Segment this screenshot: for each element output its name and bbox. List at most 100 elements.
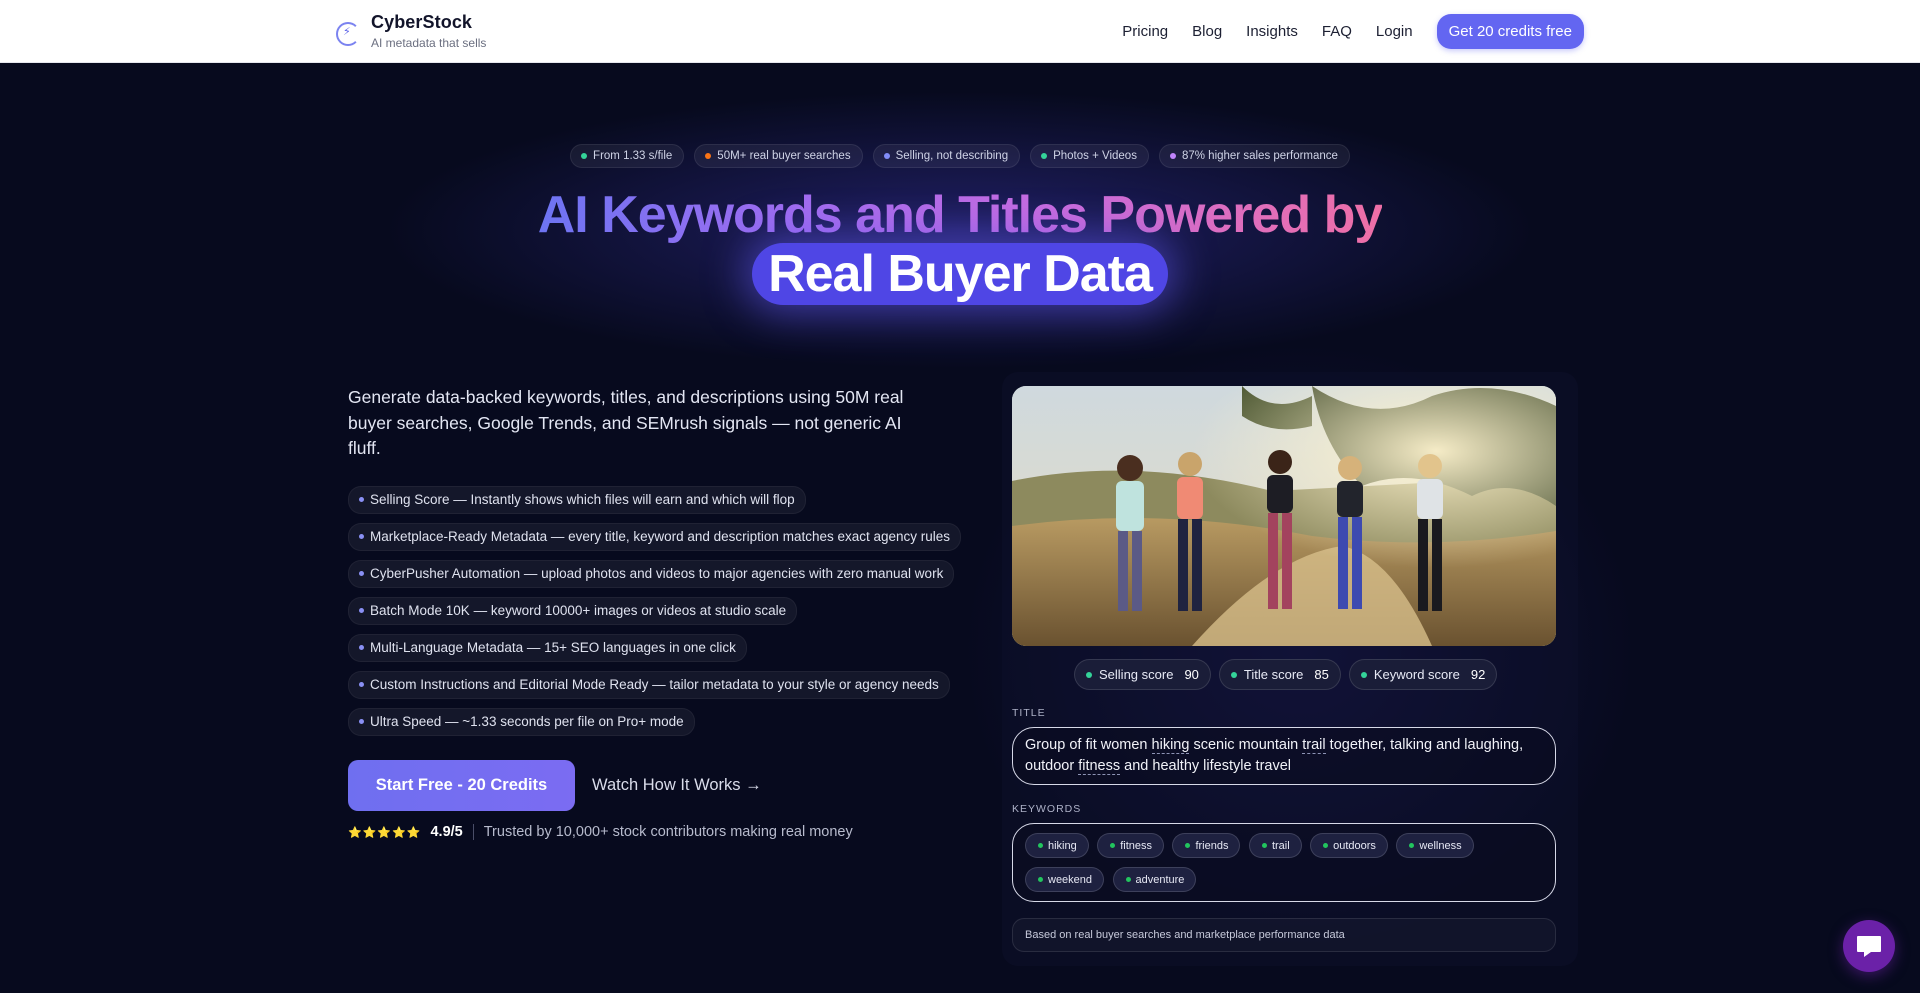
data-source-note: Based on real buyer searches and marketp… — [1012, 918, 1556, 952]
keywords-section-label: KEYWORDS — [1012, 803, 1082, 815]
feature-text: Selling Score — Instantly shows which fi… — [370, 492, 795, 507]
keyword-tag: wellness — [1396, 833, 1474, 858]
keyword-tag: friends — [1172, 833, 1241, 858]
title-text: scenic mountain — [1189, 737, 1303, 753]
feature-item: Marketplace-Ready Metadata — every title… — [348, 523, 962, 551]
chip-label: From 1.33 s/file — [593, 150, 673, 162]
nav-link-blog[interactable]: Blog — [1192, 23, 1222, 40]
feature-item: Selling Score — Instantly shows which fi… — [348, 486, 806, 514]
keyword-list: hiking fitness friends trail outdoors we… — [1012, 823, 1556, 902]
feature-item: Ultra Speed — ~1.33 seconds per file on … — [348, 708, 695, 736]
headline-highlight-wrap: Real Buyer Data — [0, 243, 1920, 305]
bullet-dot — [359, 607, 364, 613]
title-text: Group of fit women — [1025, 737, 1152, 753]
cta-row: Start Free - 20 Credits Watch How It Wor… — [348, 760, 762, 811]
keyword-dot — [1185, 843, 1191, 848]
keyword-tag: fitness — [1097, 833, 1164, 858]
chip-performance: 87% higher sales performance — [1158, 144, 1350, 168]
selling-score-badge: Selling score 90 — [1074, 659, 1211, 690]
chip-dot — [1169, 153, 1176, 159]
start-free-button[interactable]: Start Free - 20 Credits — [348, 760, 575, 811]
keyword-text: adventure — [1135, 873, 1185, 886]
keyword-tag: adventure — [1112, 867, 1197, 892]
score-value: 90 — [1184, 667, 1199, 682]
star-rating-icon: ⭐⭐⭐⭐⭐ — [348, 826, 422, 839]
divider — [472, 824, 474, 840]
main-nav: Pricing Blog Insights FAQ Login Get 20 c… — [1098, 14, 1584, 49]
chip-label: 50M+ real buyer searches — [717, 150, 851, 162]
rating-text: Trusted by 10,000+ stock contributors ma… — [483, 824, 853, 840]
keyword-text: trail — [1271, 839, 1290, 852]
bullet-dot — [359, 681, 364, 687]
lightning-bolt-icon — [336, 22, 360, 46]
rating: ⭐⭐⭐⭐⭐ 4.9/5 Trusted by 10,000+ stock con… — [348, 824, 853, 840]
feature-text: Batch Mode 10K — keyword 10000+ images o… — [370, 603, 787, 618]
get-credits-button[interactable]: Get 20 credits free — [1436, 14, 1584, 49]
chip-dot — [705, 153, 712, 159]
feature-item: Custom Instructions and Editorial Mode R… — [348, 671, 950, 699]
watch-demo-link[interactable]: Watch How It Works → — [592, 776, 762, 795]
brand-name: CyberStock — [371, 12, 473, 32]
feature-text: Multi-Language Metadata — 15+ SEO langua… — [370, 640, 736, 655]
chip-media: Photos + Videos — [1030, 144, 1149, 168]
keyword-dot — [1110, 843, 1116, 848]
bullet-dot — [359, 496, 364, 502]
feature-text: Ultra Speed — ~1.33 seconds per file on … — [370, 714, 684, 729]
title-keyword-highlight: fitness — [1078, 758, 1121, 775]
score-value: 92 — [1470, 667, 1486, 682]
keyword-text: hiking — [1048, 839, 1077, 852]
highlight-chips: From 1.33 s/file 50M+ real buyer searche… — [0, 144, 1920, 168]
keyword-score-badge: Keyword score 92 — [1348, 659, 1498, 690]
feature-item: Multi-Language Metadata — 15+ SEO langua… — [348, 634, 747, 662]
status-dot — [1086, 671, 1092, 678]
keyword-text: wellness — [1419, 839, 1462, 852]
keyword-dot — [1409, 843, 1415, 848]
score-value: 85 — [1314, 667, 1329, 682]
keyword-dot — [1038, 843, 1043, 848]
title-text: and healthy lifestyle travel — [1120, 758, 1292, 774]
status-dot — [1360, 671, 1367, 678]
rating-score: 4.9/5 — [430, 824, 463, 840]
brand[interactable]: CyberStock AI metadata that sells — [336, 12, 486, 50]
hero-intro: Generate data-backed keywords, titles, a… — [348, 387, 904, 458]
bullet-dot — [359, 570, 364, 576]
title-keyword-highlight: hiking — [1151, 737, 1190, 754]
nav-link-login[interactable]: Login — [1376, 23, 1413, 40]
feature-text: Custom Instructions and Editorial Mode R… — [370, 677, 939, 692]
bullet-dot — [359, 533, 364, 539]
hero-headline: AI Keywords and Titles Powered by — [0, 185, 1920, 245]
feature-item: CyberPusher Automation — upload photos a… — [348, 560, 955, 588]
keyword-tag: hiking — [1025, 833, 1089, 858]
title-keyword-highlight: trail — [1302, 737, 1326, 754]
nav-link-pricing[interactable]: Pricing — [1122, 23, 1168, 40]
nav-link-faq[interactable]: FAQ — [1322, 23, 1352, 40]
chip-label: Selling, not describing — [895, 150, 1009, 162]
status-dot — [1230, 671, 1237, 678]
feature-item: Batch Mode 10K — keyword 10000+ images o… — [348, 597, 798, 625]
keyword-dot — [1038, 877, 1043, 882]
chip-dot — [581, 153, 588, 159]
title-score-badge: Title score 85 — [1218, 659, 1341, 690]
headline-line-1: AI Keywords and Titles Powered by — [537, 186, 1383, 244]
bullet-dot — [359, 718, 364, 724]
chip-selling: Selling, not describing — [872, 144, 1021, 168]
score-row: Selling score 90 Title score 85 Keyword … — [1074, 659, 1498, 690]
chat-bubble-icon — [1857, 936, 1881, 957]
keyword-text: fitness — [1120, 839, 1152, 852]
headline-highlight: Real Buyer Data — [752, 243, 1168, 305]
keyword-text: outdoors — [1333, 839, 1376, 852]
chat-launcher-button[interactable] — [1843, 920, 1895, 972]
keyword-dot — [1261, 843, 1267, 848]
keyword-tag: outdoors — [1310, 833, 1388, 858]
feature-list: Selling Score — Instantly shows which fi… — [348, 486, 962, 745]
hikers-photo-illustration — [1012, 386, 1556, 646]
keyword-tag: weekend — [1025, 867, 1105, 892]
bullet-dot — [359, 644, 364, 650]
brand-tagline: AI metadata that sells — [371, 36, 487, 50]
nav-link-insights[interactable]: Insights — [1246, 23, 1298, 40]
keyword-text: friends — [1195, 839, 1229, 852]
keyword-text: weekend — [1048, 873, 1093, 886]
chip-searches: 50M+ real buyer searches — [694, 144, 863, 168]
chip-dot — [1041, 153, 1048, 159]
sample-photo — [1012, 386, 1556, 646]
